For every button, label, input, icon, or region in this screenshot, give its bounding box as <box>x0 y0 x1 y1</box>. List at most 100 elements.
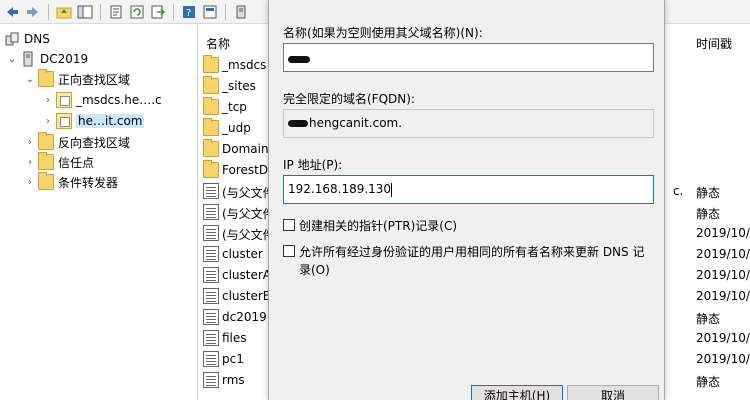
folder-icon <box>203 55 219 73</box>
column-header-name[interactable]: 名称 <box>206 35 230 52</box>
tree-item-trust-points[interactable]: › 信任点 <box>24 152 94 172</box>
chevron-right-icon[interactable]: › <box>24 137 36 148</box>
help-icon[interactable]: ? <box>180 3 198 21</box>
svg-text:?: ? <box>186 8 191 19</box>
tree-item-dc2019[interactable]: ⌄ DC2019 <box>6 49 88 69</box>
record-icon <box>203 372 219 388</box>
show-pane-icon[interactable] <box>76 3 94 21</box>
folder-icon <box>203 97 219 115</box>
tree-item-label: 反向查找区域 <box>58 135 131 150</box>
fqdn-value: hengcanit.com. <box>309 116 403 130</box>
record-icon <box>203 246 219 262</box>
toolbar-separator <box>48 3 49 20</box>
record-timestamp: 静态 <box>696 375 721 389</box>
record-name: (与父文件 <box>222 186 275 200</box>
record-icon <box>203 267 219 283</box>
folder-icon <box>203 76 219 94</box>
redacted-text <box>288 56 310 63</box>
record-icon <box>203 225 219 241</box>
tree-item-dns[interactable]: DNS <box>4 29 50 49</box>
up-folder-icon[interactable] <box>55 3 73 21</box>
refresh-icon[interactable] <box>128 3 146 21</box>
chevron-down-icon[interactable]: ⌄ <box>24 74 36 85</box>
chevron-right-icon[interactable]: › <box>24 177 36 188</box>
add-host-button[interactable]: 添加主机(H) <box>471 385 563 400</box>
chevron-down-icon[interactable]: ⌄ <box>6 54 18 65</box>
record-name: files <box>222 331 247 345</box>
record-icon <box>203 288 219 304</box>
record-name: _msdcs <box>222 58 267 72</box>
zone-icon <box>56 92 72 108</box>
server-icon[interactable] <box>232 3 250 21</box>
record-icon <box>203 183 219 199</box>
export-icon[interactable] <box>149 3 167 21</box>
tree-item-reverse-zones[interactable]: › 反向查找区域 <box>24 132 130 152</box>
folder-icon <box>38 132 54 150</box>
record-name: _sites <box>222 79 256 93</box>
record-icon <box>203 204 219 220</box>
record-icon <box>203 351 219 367</box>
record-icon <box>203 330 219 346</box>
record-name: rms <box>222 373 245 387</box>
folder-icon <box>203 139 219 157</box>
zone-icon <box>56 113 72 129</box>
chevron-right-icon[interactable]: › <box>42 95 54 106</box>
record-name: cluster <box>222 247 263 261</box>
name-label: 名称(如果为空则使用其父域名称)(N): <box>283 26 483 40</box>
properties-icon[interactable] <box>107 3 125 21</box>
folder-icon <box>203 160 219 178</box>
ptr-label: 创建相关的指针(PTR)记录(C) <box>299 219 458 233</box>
record-name: _udp <box>222 121 251 135</box>
ip-address-input[interactable]: 192.168.189.130 <box>283 175 654 204</box>
record-timestamp: 2019/10/ <box>696 331 750 345</box>
tree-item-label: 条件转发器 <box>58 175 119 190</box>
server-icon <box>20 51 36 67</box>
record-timestamp: 静态 <box>696 312 721 326</box>
name-input[interactable] <box>283 43 654 72</box>
tree-item-zone-main[interactable]: › he…it.com <box>42 111 145 131</box>
record-name: (与父文件 <box>222 228 275 242</box>
dns-icon <box>4 31 20 47</box>
record-timestamp: 2019/10/ <box>696 268 750 282</box>
tree-item-forward-zones[interactable]: ⌄ 正向查找区域 <box>24 69 130 89</box>
toolbar-separator <box>225 3 226 20</box>
allow-update-checkbox[interactable] <box>283 245 295 257</box>
folder-icon <box>203 118 219 136</box>
tree-item-conditional-forwarders[interactable]: › 条件转发器 <box>24 172 118 192</box>
tree-item-label: DNS <box>24 32 50 46</box>
record-name: clusterA <box>222 268 272 282</box>
fqdn-field[interactable]: hengcanit.com. <box>283 109 654 138</box>
record-timestamp: 2019/10/ <box>696 352 750 366</box>
tree-item-label: _msdcs.he….c <box>76 93 162 107</box>
record-timestamp: 2019/10/ <box>696 226 750 240</box>
column-header-time[interactable]: 时间戳 <box>696 35 732 52</box>
toolbar-separator <box>173 3 174 20</box>
tree-item-label: he…it.com <box>76 114 145 128</box>
folder-icon <box>38 69 54 87</box>
chevron-right-icon[interactable]: › <box>24 157 36 168</box>
record-timestamp: 静态 <box>696 186 721 200</box>
folder-icon <box>38 152 54 170</box>
console-tree: DNS ⌄ DC2019 ⌄ 正向查找区域 › _msdcs.he….c › h… <box>0 25 198 400</box>
record-name: pc1 <box>222 352 244 366</box>
ip-label: IP 地址(P): <box>283 158 343 172</box>
ptr-checkbox-row[interactable]: 创建相关的指针(PTR)记录(C) <box>283 217 457 234</box>
record-name: clusterB <box>222 289 272 303</box>
chevron-right-icon[interactable]: › <box>42 116 54 127</box>
tree-item-zone-msdcs[interactable]: › _msdcs.he….c <box>42 90 162 110</box>
back-arrow-icon[interactable] <box>3 3 21 21</box>
cancel-button[interactable]: 取消 <box>567 385 659 400</box>
tree-item-label: 信任点 <box>58 155 95 170</box>
ptr-checkbox[interactable] <box>283 219 295 231</box>
allow-update-checkbox-row[interactable]: 允许所有经过身份验证的用户用相同的所有者名称来更新 DNS 记录(O) <box>283 243 653 279</box>
folder-icon <box>38 172 54 190</box>
toolbar-separator <box>100 3 101 20</box>
record-name: dc2019 <box>222 310 267 324</box>
record-type: c. <box>673 184 684 198</box>
new-host-dialog: 名称(如果为空则使用其父域名称)(N): 完全限定的域名(FQDN): heng… <box>268 0 665 400</box>
record-name: (与父文件 <box>222 207 275 221</box>
view-icon[interactable] <box>201 3 219 21</box>
forward-arrow-icon[interactable] <box>24 3 42 21</box>
record-timestamp: 2019/10/ <box>696 289 750 303</box>
record-name: Domain <box>222 142 269 156</box>
